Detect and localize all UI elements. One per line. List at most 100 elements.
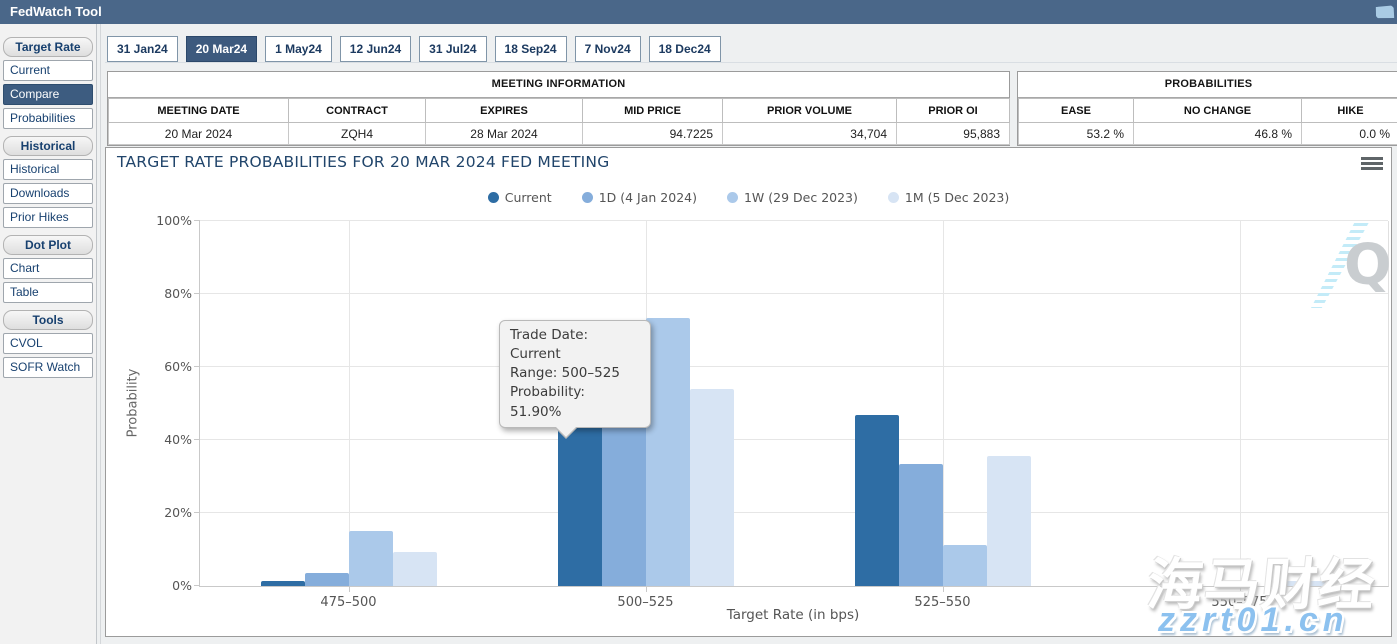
legend-label: 1W (29 Dec 2023) [744,190,858,205]
probabilities-table: EASE NO CHANGE HIKE 53.2 % 46.8 % 0.0 % [1018,98,1397,145]
probabilities-panel: PROBABILITIES EASE NO CHANGE HIKE 53.2 %… [1017,71,1397,146]
legend-item-1d[interactable]: 1D (4 Jan 2024) [582,190,697,205]
y-axis-label: 100% [140,213,192,228]
y-axis-label: 20% [140,505,192,520]
sidebar-item-compare[interactable]: Compare [3,84,93,105]
x-axis-tick [943,586,944,592]
tooltip-trade-date: Trade Date: Current [510,326,640,364]
watermark-site-url: zzrt01.cn [1158,601,1349,640]
bar-current-475–500[interactable] [261,581,305,586]
bar-group [200,531,497,586]
prior-volume-value: 34,704 [723,123,897,145]
expires-value: 28 Mar 2024 [426,123,583,145]
sidebar-header-historical: Historical [3,136,93,156]
gridline-horizontal [200,293,1388,294]
legend-item-1m[interactable]: 1M (5 Dec 2023) [888,190,1009,205]
contract-value: ZQH4 [289,123,426,145]
y-axis-tick [194,220,200,221]
tab-7nov24[interactable]: 7 Nov24 [575,36,641,62]
sidebar-header-dot-plot: Dot Plot [3,235,93,255]
bar-1m-525–550[interactable] [987,456,1031,586]
sidebar-item-table[interactable]: Table [3,282,93,303]
meeting-date-value: 20 Mar 2024 [109,123,289,145]
tab-18dec24[interactable]: 18 Dec24 [649,36,721,62]
col-expires: EXPIRES [426,99,583,123]
bar-current-525–550[interactable] [855,415,899,586]
meeting-info-panel: MEETING INFORMATION MEETING DATE CONTRAC… [107,71,1010,146]
y-axis-tick [194,293,200,294]
header-corner-icon[interactable] [1373,3,1396,22]
bar-1m-475–500[interactable] [393,552,437,586]
hike-value: 0.0 % [1302,123,1397,145]
legend-label: 1D (4 Jan 2024) [599,190,697,205]
tab-12jun24[interactable]: 12 Jun24 [340,36,411,62]
table-row: 20 Mar 2024 ZQH4 28 Mar 2024 94.7225 34,… [109,123,1010,145]
prior-oi-value: 95,883 [897,123,1010,145]
col-no-change: NO CHANGE [1134,99,1302,123]
bar-1d-475–500[interactable] [305,573,349,586]
tab-31jan24[interactable]: 31 Jan24 [107,36,178,62]
tab-31jul24[interactable]: 31 Jul24 [419,36,486,62]
app-header: FedWatch Tool [0,0,1397,24]
col-meeting-date: MEETING DATE [109,99,289,123]
sidebar: Target Rate Current Compare Probabilitie… [0,24,97,644]
bar-1w-500–525[interactable] [646,318,690,586]
sidebar-header-target-rate: Target Rate [3,37,93,57]
chart-menu-icon[interactable] [1361,157,1383,170]
sidebar-item-cvol[interactable]: CVOL [3,333,93,354]
legend-dot-icon [727,192,738,203]
meeting-info-table: MEETING DATE CONTRACT EXPIRES MID PRICE … [108,98,1010,145]
tabs-underline [105,62,1397,63]
chart-title: TARGET RATE PROBABILITIES FOR 20 MAR 202… [117,153,609,171]
bar-1w-525–550[interactable] [943,545,987,586]
y-axis-tick [194,366,200,367]
y-axis-label: 60% [140,359,192,374]
legend-item-1w[interactable]: 1W (29 Dec 2023) [727,190,858,205]
col-mid-price: MID PRICE [583,99,723,123]
y-axis-label: 40% [140,432,192,447]
legend-dot-icon [888,192,899,203]
sidebar-item-downloads[interactable]: Downloads [3,183,93,204]
sidebar-item-chart[interactable]: Chart [3,258,93,279]
bar-1d-525–550[interactable] [899,464,943,586]
sidebar-item-prior-hikes[interactable]: Prior Hikes [3,207,93,228]
tab-1may24[interactable]: 1 May24 [265,36,332,62]
no-change-value: 46.8 % [1134,123,1302,145]
ease-value: 53.2 % [1019,123,1134,145]
bar-group [794,415,1091,586]
sidebar-item-current[interactable]: Current [3,60,93,81]
tab-18sep24[interactable]: 18 Sep24 [495,36,567,62]
sidebar-divider [100,24,101,644]
sidebar-header-tools: Tools [3,310,93,330]
col-contract: CONTRACT [289,99,426,123]
tab-20mar24[interactable]: 20 Mar24 [186,36,257,62]
legend-label: Current [505,190,552,205]
plot-area: 0%20%40%60%80%100%475–500500–525525–5505… [199,221,1389,587]
x-axis-tick [646,586,647,592]
sidebar-item-historical[interactable]: Historical [3,159,93,180]
x-axis-tick [349,586,350,592]
gridline-horizontal [200,366,1388,367]
gridline-horizontal [200,220,1388,221]
sidebar-item-sofr-watch[interactable]: SOFR Watch [3,357,93,378]
col-ease: EASE [1019,99,1134,123]
table-row: 53.2 % 46.8 % 0.0 % [1019,123,1397,145]
y-axis-tick [194,512,200,513]
tooltip-range: Range: 500–525 [510,364,640,383]
meeting-tabs: 31 Jan24 20 Mar24 1 May24 12 Jun24 31 Ju… [107,36,721,62]
tooltip-probability: Probability: 51.90% [510,383,640,421]
col-prior-volume: PRIOR VOLUME [723,99,897,123]
y-axis-label: 0% [140,578,192,593]
legend-dot-icon [488,192,499,203]
legend-item-current[interactable]: Current [488,190,552,205]
bar-1m-500–525[interactable] [690,389,734,586]
q-logo-icon: Q [1344,233,1392,298]
bar-1w-475–500[interactable] [349,531,393,586]
chart-legend: Current 1D (4 Jan 2024) 1W (29 Dec 2023) 1M… [106,190,1391,205]
col-hike: HIKE [1302,99,1397,123]
probabilities-title: PROBABILITIES [1018,72,1397,98]
sidebar-item-probabilities[interactable]: Probabilities [3,108,93,129]
col-prior-oi: PRIOR OI [897,99,1010,123]
chart-tooltip: Trade Date: Current Range: 500–525 Proba… [499,320,651,428]
y-axis-title: Probability [126,369,141,438]
